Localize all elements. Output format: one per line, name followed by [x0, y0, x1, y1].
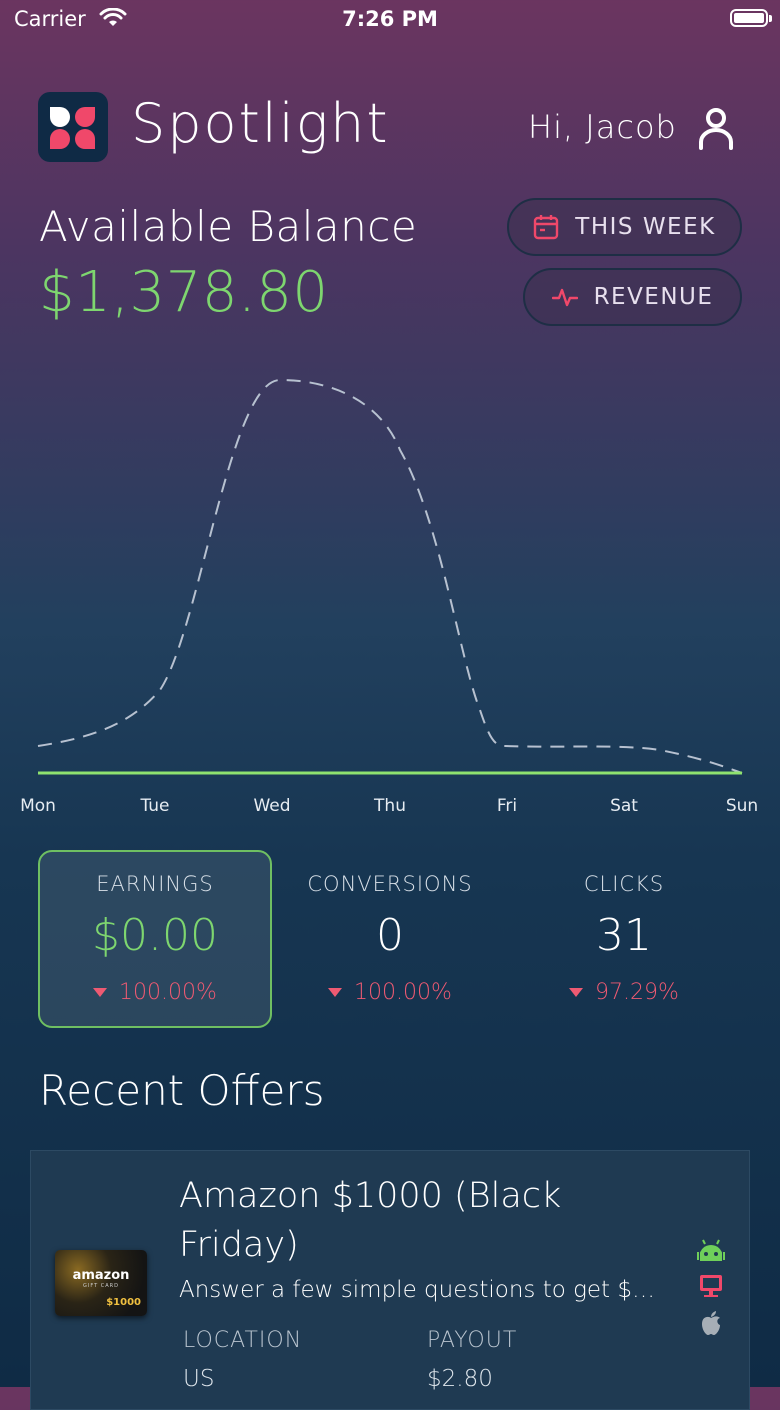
period-filter-button[interactable]: THIS WEEK: [507, 198, 742, 256]
offer-title: Amazon $1000 (Black Friday): [179, 1176, 562, 1265]
greeting: Hi, Jacob: [528, 108, 677, 146]
offer-payout-label: PAYOUT: [427, 1328, 518, 1353]
earnings-change: 100.00%: [38, 980, 272, 1005]
offer-image-amount: $1000: [106, 1297, 141, 1308]
chart-day-label: Sun: [726, 796, 758, 816]
clicks-change-value: 97.29%: [595, 980, 679, 1005]
status-time: 7:26 PM: [342, 7, 438, 31]
down-triangle-icon: [569, 988, 584, 997]
clicks-label: CLICKS: [583, 872, 665, 896]
calendar-icon: [534, 215, 559, 240]
battery-icon: [730, 9, 768, 27]
balance-label: Available Balance: [39, 202, 418, 251]
revenue-chart: Mon Tue Wed Thu Fri Sat Sun: [20, 378, 758, 816]
app-logo: [38, 92, 108, 162]
metric-filter-button[interactable]: REVENUE: [523, 268, 742, 326]
period-filter-label: THIS WEEK: [575, 214, 716, 240]
earnings-value: $0.00: [92, 910, 218, 961]
earnings-change-value: 100.00%: [119, 980, 217, 1005]
metric-filter-label: REVENUE: [593, 284, 714, 310]
conversions-change: 100.00%: [273, 980, 507, 1005]
conversions-label: CONVERSIONS: [307, 872, 473, 896]
offer-description: Answer a few simple questions to get $10…: [179, 1277, 664, 1303]
offer-image-brand: amazon: [72, 1268, 130, 1283]
chart-day-label: Fri: [497, 796, 517, 816]
conversions-change-value: 100.00%: [354, 980, 452, 1005]
clicks-change: 97.29%: [507, 980, 741, 1005]
offer-image: amazon GIFT CARD $1000: [55, 1250, 147, 1316]
app-title: Spotlight: [131, 92, 390, 155]
chart-dashed-line: [37, 378, 743, 774]
chart-day-label: Mon: [20, 796, 56, 816]
down-triangle-icon: [93, 988, 108, 997]
battery-tip: [769, 15, 772, 22]
earnings-label: EARNINGS: [96, 872, 214, 896]
chart-day-label: Tue: [139, 796, 169, 816]
offer-location-value: US: [183, 1366, 215, 1392]
recent-offers-title: Recent Offers: [39, 1066, 325, 1115]
clicks-value: 31: [596, 910, 652, 961]
offer-image-sub: GIFT CARD: [82, 1283, 120, 1289]
balance-value: $1,378.80: [39, 260, 329, 325]
chart-day-label: Sat: [610, 796, 638, 816]
apple-icon: [702, 1311, 720, 1335]
chart-day-label: Thu: [373, 796, 406, 816]
offer-location-label: LOCATION: [183, 1328, 303, 1353]
conversions-value: 0: [376, 910, 404, 961]
user-profile-icon[interactable]: [697, 106, 735, 150]
offer-payout-value: $2.80: [427, 1366, 493, 1392]
desktop-icon: [700, 1275, 722, 1297]
activity-icon: [551, 288, 578, 307]
android-icon: [697, 1239, 725, 1261]
down-triangle-icon: [328, 988, 343, 997]
chart-day-label: Wed: [253, 796, 290, 816]
